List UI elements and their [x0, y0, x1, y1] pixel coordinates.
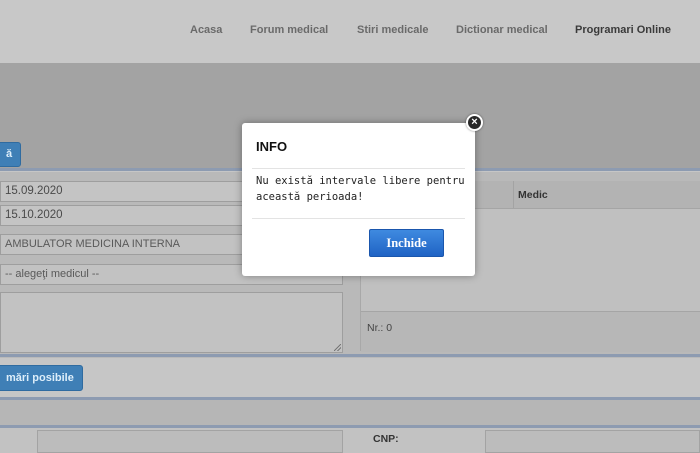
- close-dialog-button[interactable]: Inchide: [369, 229, 444, 257]
- dialog-divider-bottom: [252, 218, 465, 219]
- specialty-select[interactable]: AMBULATOR MEDICINA INTERNA: [0, 234, 245, 255]
- divider-middle: [0, 354, 700, 357]
- resize-handle-icon[interactable]: [334, 344, 341, 351]
- nav-acasa[interactable]: Acasa: [190, 24, 222, 36]
- patient-name-field[interactable]: [37, 430, 343, 453]
- search-button[interactable]: ă: [0, 142, 22, 167]
- cnp-label: CNP:: [373, 433, 399, 445]
- nav-stiri-medicale[interactable]: Stiri medicale: [357, 24, 429, 36]
- lower-band: [0, 400, 700, 425]
- info-dialog: INFO Nu există intervale libere pentru a…: [242, 123, 475, 276]
- column-separator: [513, 181, 514, 208]
- date-from-field[interactable]: 15.09.2020: [0, 181, 245, 202]
- nav-dictionar-medical[interactable]: Dictionar medical: [456, 24, 548, 36]
- notes-textarea[interactable]: [0, 292, 343, 353]
- record-count: Nr.: 0: [367, 322, 393, 334]
- top-navigation: Acasa Forum medical Stiri medicale Dicti…: [0, 0, 700, 63]
- dialog-title: INFO: [256, 139, 288, 154]
- table-footer: Nr.: 0: [361, 311, 700, 352]
- dialog-message: Nu există intervale libere pentru aceast…: [256, 175, 465, 203]
- nav-forum-medical[interactable]: Forum medical: [250, 24, 328, 36]
- date-to-field[interactable]: 15.10.2020: [0, 205, 245, 226]
- nav-programari-online[interactable]: Programari Online: [575, 24, 671, 36]
- column-medic: Medic: [518, 189, 548, 201]
- dialog-divider-top: [252, 168, 465, 169]
- show-possible-button[interactable]: mări posibile: [0, 365, 83, 391]
- cnp-field[interactable]: [485, 430, 700, 453]
- close-icon[interactable]: ×: [466, 114, 483, 131]
